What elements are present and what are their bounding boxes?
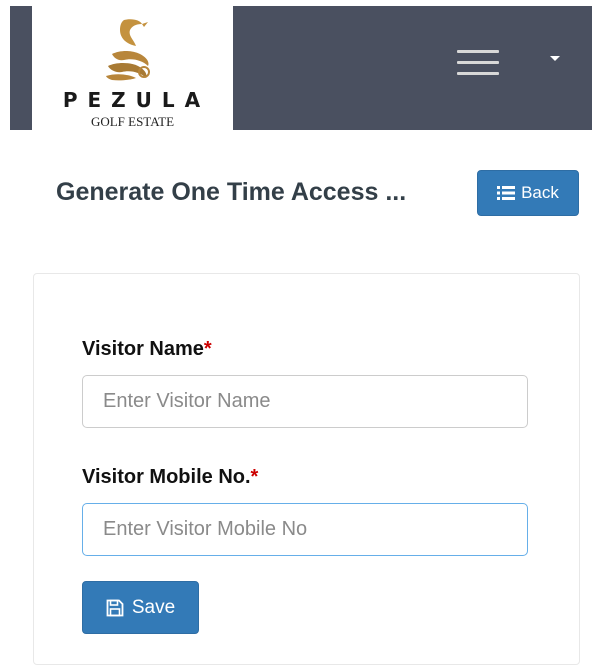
required-mark: * [203,338,212,360]
logo[interactable]: PEZULA GOLF ESTATE [32,6,233,130]
save-button-label: Save [131,596,176,618]
back-button-label: Back [521,183,559,202]
top-navbar: PEZULA GOLF ESTATE [10,6,592,130]
logo-wordmark: PEZULA [62,88,211,112]
logo-subtitle: GOLF ESTATE [90,114,175,129]
save-button[interactable]: Save [82,581,199,634]
visitor-mobile-input[interactable] [82,503,528,556]
required-mark: * [250,466,259,488]
page-title: Generate One Time Access ... [56,178,407,206]
pezula-emblem-icon [106,19,150,81]
caret-down-icon[interactable] [550,56,560,61]
visitor-name-input[interactable] [82,375,528,428]
floppy-disk-icon [106,599,124,616]
hamburger-icon[interactable] [457,48,499,76]
list-icon [497,186,516,200]
back-button[interactable]: Back [477,170,579,216]
visitor-name-label: Visitor Name* [82,338,212,360]
visitor-mobile-label: Visitor Mobile No.* [82,466,259,488]
